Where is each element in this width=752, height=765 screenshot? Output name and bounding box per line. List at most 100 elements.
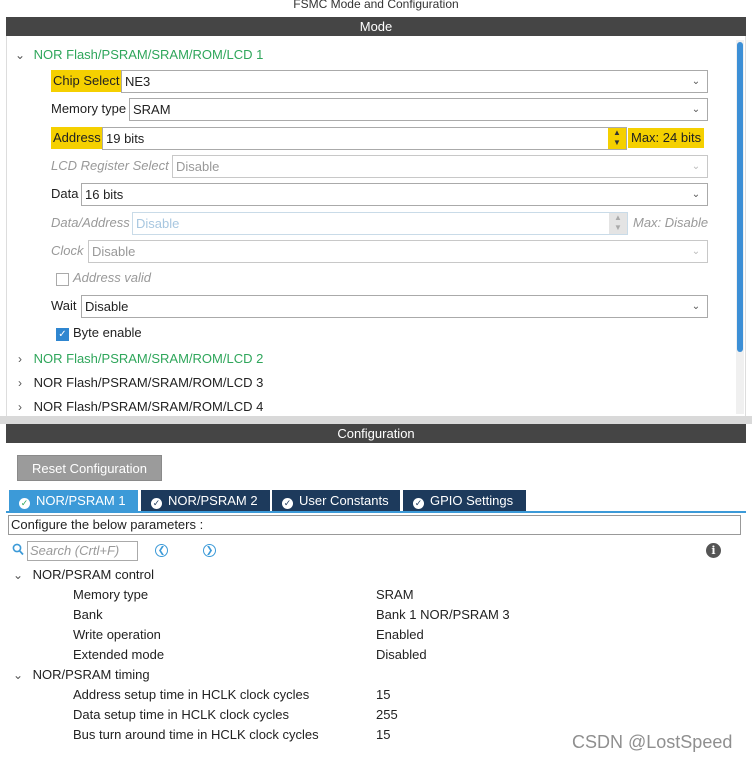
chevron-down-icon: ⌄ — [12, 568, 24, 582]
chip-select-label: Chip Select — [51, 70, 122, 92]
tree-section-lcd4[interactable]: › NOR Flash/PSRAM/SRAM/ROM/LCD 4 — [14, 398, 263, 416]
search-input[interactable]: Search (Crtl+F) — [27, 541, 138, 561]
memory-type-label: Memory type — [51, 101, 127, 116]
tab-nor-psram-1[interactable]: ✓ NOR/PSRAM 1 — [9, 490, 138, 511]
chip-select-dropdown[interactable]: NE3 ⌄ — [121, 70, 708, 93]
data-address-value: Disable — [136, 216, 180, 231]
address-max-label: Max: 24 bits — [628, 128, 705, 148]
data-address-max-label: Max: Disable — [633, 215, 709, 230]
params-hint: Configure the below parameters : — [8, 515, 741, 535]
section-label: NOR Flash/PSRAM/SRAM/ROM/LCD 3 — [33, 375, 264, 390]
byte-enable-checkbox[interactable]: ✓ — [56, 328, 69, 341]
tab-label: NOR/PSRAM 2 — [168, 493, 258, 508]
tab-user-constants[interactable]: ✓ User Constants — [272, 490, 400, 511]
chevron-down-icon: ⌄ — [691, 246, 701, 257]
param-name: Extended mode — [73, 647, 165, 662]
spin-up-icon[interactable]: ▲ — [609, 213, 627, 223]
mode-header: Mode — [6, 17, 746, 36]
tab-label: NOR/PSRAM 1 — [36, 493, 126, 508]
param-value[interactable]: 15 — [376, 725, 390, 745]
next-icon[interactable]: ❯ — [203, 544, 216, 557]
chevron-right-icon: › — [18, 400, 22, 414]
info-icon[interactable]: i — [706, 543, 721, 558]
watermark: CSDN @LostSpeed — [572, 732, 733, 752]
chevron-down-icon: ⌄ — [691, 189, 701, 200]
param-name: Address setup time in HCLK clock cycles — [73, 687, 310, 702]
tree-section-lcd1[interactable]: ⌄ NOR Flash/PSRAM/SRAM/ROM/LCD 1 — [14, 46, 263, 64]
group-nor-psram-control[interactable]: ⌄ NOR/PSRAM control — [12, 565, 154, 585]
data-dropdown[interactable]: 16 bits ⌄ — [81, 183, 708, 206]
memory-type-value: SRAM — [133, 102, 171, 117]
tab-nor-psram-2[interactable]: ✓ NOR/PSRAM 2 — [141, 490, 270, 511]
section-label: NOR Flash/PSRAM/SRAM/ROM/LCD 2 — [33, 351, 264, 366]
section-label: NOR Flash/PSRAM/SRAM/ROM/LCD 4 — [33, 399, 264, 414]
wait-dropdown[interactable]: Disable ⌄ — [81, 295, 708, 318]
tab-underline — [6, 511, 746, 513]
address-valid-label: Address valid — [73, 270, 152, 285]
wait-label: Wait — [51, 298, 77, 313]
param-value[interactable]: 15 — [376, 685, 390, 705]
clock-label: Clock — [51, 243, 84, 258]
param-name: Memory type — [73, 587, 149, 602]
address-spinner[interactable]: 19 bits ▲ ▼ — [102, 127, 627, 150]
param-name: Bus turn around time in HCLK clock cycle… — [73, 727, 319, 742]
chevron-down-icon: ⌄ — [12, 668, 24, 682]
spin-down-icon[interactable]: ▼ — [609, 223, 627, 233]
param-name: Write operation — [73, 627, 161, 642]
chevron-down-icon: ⌄ — [691, 301, 701, 312]
check-circle-icon: ✓ — [413, 498, 424, 509]
wait-value: Disable — [85, 299, 129, 314]
clock-dropdown[interactable]: Disable ⌄ — [88, 240, 708, 263]
data-label: Data — [51, 186, 79, 201]
chevron-right-icon: › — [18, 376, 22, 390]
configuration-header: Configuration — [6, 424, 746, 443]
param-value[interactable]: SRAM — [376, 585, 414, 605]
check-circle-icon: ✓ — [19, 498, 30, 509]
group-label: NOR/PSRAM timing — [32, 667, 150, 682]
param-value[interactable]: Bank 1 NOR/PSRAM 3 — [376, 605, 510, 625]
address-spin-buttons[interactable]: ▲ ▼ — [608, 128, 626, 149]
panel-splitter[interactable] — [0, 416, 752, 424]
window-title: FSMC Mode and Configuration — [0, 0, 752, 16]
tab-label: GPIO Settings — [430, 493, 514, 508]
lcd-register-select-label: LCD Register Select — [51, 158, 169, 173]
reset-configuration-button[interactable]: Reset Configuration — [17, 455, 162, 481]
group-label: NOR/PSRAM control — [32, 567, 154, 582]
data-address-label: Data/Address — [51, 215, 130, 230]
byte-enable-label: Byte enable — [73, 325, 142, 340]
chip-select-value: NE3 — [125, 74, 151, 89]
param-value[interactable]: 255 — [376, 705, 398, 725]
section-label: NOR Flash/PSRAM/SRAM/ROM/LCD 1 — [33, 47, 264, 62]
check-circle-icon: ✓ — [151, 498, 162, 509]
mode-scrollbar-thumb[interactable] — [737, 42, 743, 352]
tree-section-lcd2[interactable]: › NOR Flash/PSRAM/SRAM/ROM/LCD 2 — [14, 350, 263, 368]
data-address-spin-buttons[interactable]: ▲ ▼ — [609, 213, 627, 234]
chevron-down-icon: ⌄ — [691, 76, 701, 87]
memory-type-dropdown[interactable]: SRAM ⌄ — [129, 98, 708, 121]
tree-section-lcd3[interactable]: › NOR Flash/PSRAM/SRAM/ROM/LCD 3 — [14, 374, 263, 392]
spin-up-icon[interactable]: ▲ — [608, 128, 626, 138]
previous-icon[interactable]: ❮ — [155, 544, 168, 557]
lcd-register-select-dropdown[interactable]: Disable ⌄ — [172, 155, 708, 178]
group-nor-psram-timing[interactable]: ⌄ NOR/PSRAM timing — [12, 665, 150, 685]
param-name: Bank — [73, 607, 103, 622]
spin-down-icon[interactable]: ▼ — [608, 138, 626, 148]
chevron-down-icon: ⌄ — [691, 161, 701, 172]
lcd-register-select-value: Disable — [176, 159, 220, 174]
chevron-down-icon: ⌄ — [691, 104, 701, 115]
address-label: Address — [51, 127, 103, 149]
param-value[interactable]: Enabled — [376, 625, 424, 645]
tab-label: User Constants — [299, 493, 389, 508]
param-name: Data setup time in HCLK clock cycles — [73, 707, 290, 722]
param-value[interactable]: Disabled — [376, 645, 427, 665]
address-value: 19 bits — [106, 131, 145, 146]
search-icon — [12, 543, 25, 557]
data-value: 16 bits — [85, 187, 124, 202]
data-address-spinner[interactable]: Disable ▲ ▼ — [132, 212, 628, 235]
tab-gpio-settings[interactable]: ✓ GPIO Settings — [403, 490, 526, 511]
chevron-right-icon: › — [18, 352, 22, 366]
address-valid-checkbox[interactable] — [56, 273, 69, 286]
clock-value: Disable — [92, 244, 136, 259]
check-circle-icon: ✓ — [282, 498, 293, 509]
chevron-down-icon: ⌄ — [14, 48, 26, 62]
